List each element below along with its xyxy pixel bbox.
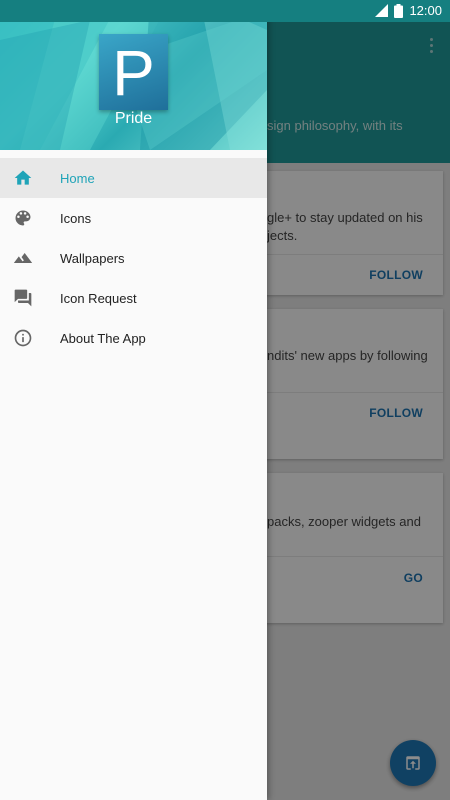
nav-item-label: Icons	[60, 210, 92, 226]
battery-icon	[394, 3, 404, 18]
nav-item-label: About The App	[60, 330, 146, 346]
nav-item-wallpapers[interactable]: Wallpapers	[0, 238, 267, 278]
status-bar: 12:00	[0, 0, 450, 22]
chat-icon	[13, 288, 33, 308]
signal-icon	[375, 4, 389, 17]
home-icon	[13, 168, 33, 188]
nav-item-about[interactable]: About The App	[0, 318, 267, 358]
nav-item-icons[interactable]: Icons	[0, 198, 267, 238]
nav-item-icon-request[interactable]: Icon Request	[0, 278, 267, 318]
app-name: Pride	[114, 110, 153, 127]
app-logo: P	[99, 34, 168, 110]
drawer-nav: Home Icons Wallpapers Icon Request About…	[0, 158, 267, 358]
nav-item-label: Home	[60, 170, 95, 186]
nav-item-home[interactable]: Home	[0, 158, 267, 198]
status-time: 12:00	[409, 3, 442, 18]
nav-item-label: Wallpapers	[60, 250, 125, 266]
palette-icon	[13, 208, 33, 228]
navigation-drawer: P Pride Home Icons Wallpapers Icon Reque…	[0, 0, 267, 800]
landscape-icon	[13, 248, 33, 268]
info-icon	[13, 328, 33, 348]
drawer-header: P Pride	[0, 0, 267, 150]
nav-item-label: Icon Request	[60, 290, 137, 306]
